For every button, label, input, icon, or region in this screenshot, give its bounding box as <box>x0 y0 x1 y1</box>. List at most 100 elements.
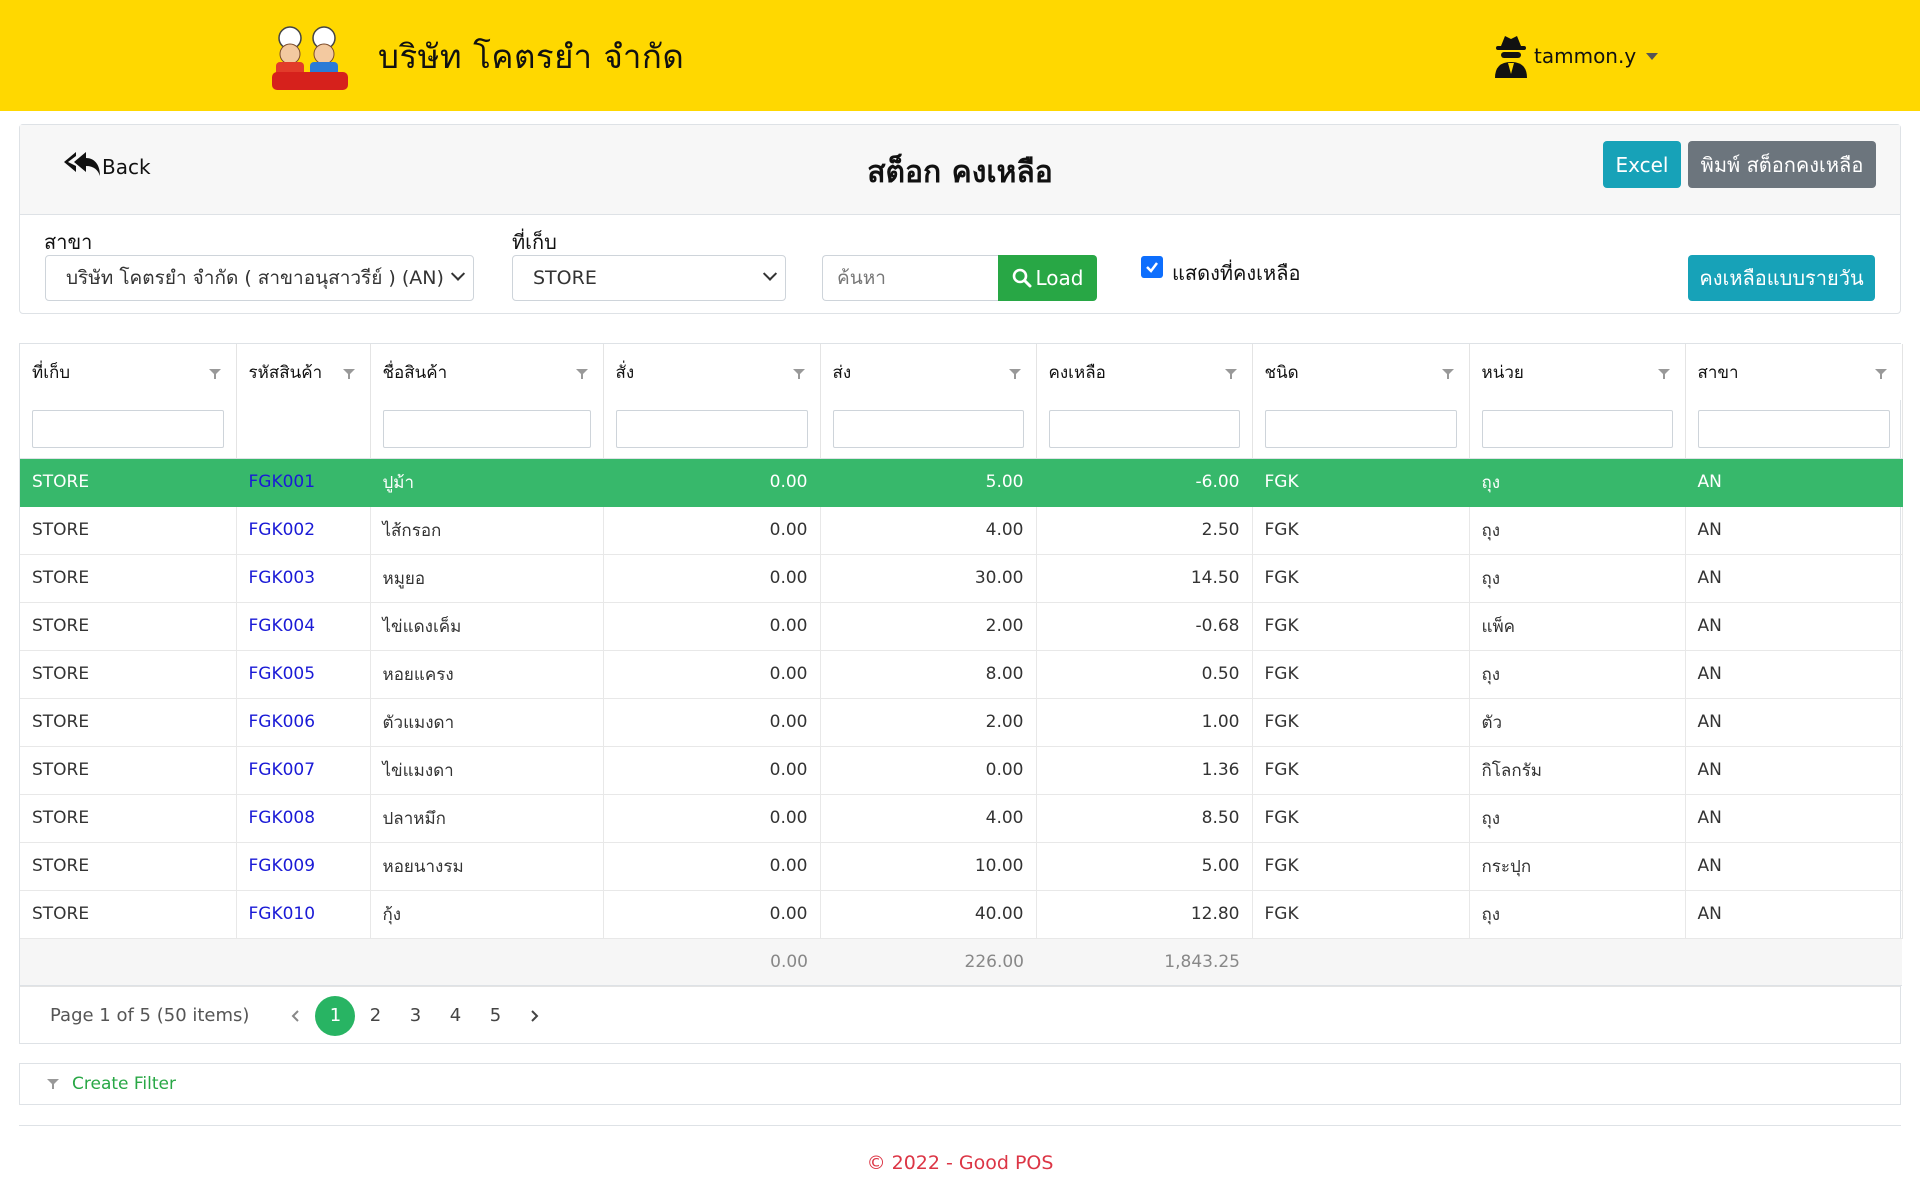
cell-unit: ถุง <box>1469 794 1686 843</box>
column-header-product-code[interactable]: รหัสสินค้า <box>236 344 371 400</box>
column-header-remaining[interactable]: คงเหลือ <box>1036 344 1253 400</box>
search-input[interactable] <box>822 255 998 301</box>
cell-product-code[interactable]: FGK009 <box>236 842 371 891</box>
cell-type: FGK <box>1252 650 1470 699</box>
next-page-button[interactable] <box>515 997 553 1035</box>
cell-unit: ถุง <box>1469 554 1686 603</box>
filter-icon[interactable] <box>1441 367 1455 381</box>
table-row[interactable]: STORE FGK010 กุ้ง 0.00 40.00 12.80 FGK ถุง AN <box>20 890 1903 939</box>
branch-select[interactable]: บริษัท โคตรยำ จำกัด ( สาขาอนุสาวรีย์ ) (… <box>45 255 474 301</box>
filter-icon[interactable] <box>792 367 806 381</box>
cell-branch: AN <box>1685 746 1903 795</box>
cell-product-code[interactable]: FGK006 <box>236 698 371 747</box>
column-header-product-name[interactable]: ชื่อสินค้า <box>370 344 604 400</box>
filter-icon[interactable] <box>1657 367 1671 381</box>
cell-type: FGK <box>1252 458 1470 507</box>
filter-input-type[interactable] <box>1264 409 1457 448</box>
cell-storage: STORE <box>20 794 237 843</box>
column-header-branch[interactable]: สาขา <box>1685 344 1903 400</box>
column-header-label: ส่ง <box>832 362 852 383</box>
cell-delivered: 0.00 <box>820 746 1037 795</box>
table-row[interactable]: STORE FGK001 ปูม้า 0.00 5.00 -6.00 FGK ถุง AN <box>20 458 1903 507</box>
chevron-left-icon <box>292 1009 300 1022</box>
load-button[interactable]: Load <box>998 255 1097 301</box>
table-row[interactable]: STORE FGK005 หอยแครง 0.00 8.00 0.50 FGK ถุง AN <box>20 650 1903 699</box>
cell-branch: AN <box>1685 602 1903 651</box>
cell-product-code[interactable]: FGK007 <box>236 746 371 795</box>
page-button-3[interactable]: 3 <box>395 996 435 1036</box>
check-icon <box>1146 262 1158 273</box>
filter-icon[interactable] <box>1224 367 1238 381</box>
create-filter-button[interactable]: Create Filter <box>19 1063 1901 1105</box>
user-menu[interactable]: tammon.y <box>1493 34 1659 78</box>
company-logo[interactable] <box>264 20 356 92</box>
column-header-delivered[interactable]: ส่ง <box>820 344 1037 400</box>
column-header-order[interactable]: สั่ง <box>603 344 821 400</box>
filter-input-product-name[interactable] <box>382 409 591 448</box>
cell-type: FGK <box>1252 842 1470 891</box>
filter-icon[interactable] <box>342 367 356 381</box>
column-header-storage[interactable]: ที่เก็บ <box>20 344 237 400</box>
table-row[interactable]: STORE FGK006 ตัวแมงดา 0.00 2.00 1.00 FGK ตัว AN <box>20 698 1903 747</box>
table-row[interactable]: STORE FGK002 ไส้กรอก 0.00 4.00 2.50 FGK ถุง AN <box>20 506 1903 555</box>
cell-product-name: ไข่แมงดา <box>370 746 604 795</box>
cell-type: FGK <box>1252 794 1470 843</box>
cell-product-code[interactable]: FGK002 <box>236 506 371 555</box>
filter-icon <box>47 1079 59 1089</box>
filter-cell-order <box>603 400 821 459</box>
cell-delivered: 4.00 <box>820 506 1037 555</box>
stock-grid: ที่เก็บ รหัสสินค้า ชื่อสินค้า สั่ง ส่ง คงเหลื… <box>19 343 1903 1044</box>
store-select[interactable]: STORE <box>512 255 786 301</box>
cell-remaining: -0.68 <box>1036 602 1253 651</box>
column-header-type[interactable]: ชนิด <box>1252 344 1470 400</box>
show-remaining-checkbox[interactable] <box>1141 256 1163 278</box>
cell-product-code[interactable]: FGK005 <box>236 650 371 699</box>
prev-page-button[interactable] <box>277 997 315 1035</box>
cell-product-code[interactable]: FGK004 <box>236 602 371 651</box>
filter-input-order[interactable] <box>615 409 808 448</box>
total-empty-cell <box>1252 938 1469 986</box>
cell-storage: STORE <box>20 506 237 555</box>
total-remaining: 1,843.25 <box>1036 938 1252 986</box>
filter-icon[interactable] <box>208 367 222 381</box>
filter-input-branch[interactable] <box>1697 409 1890 448</box>
cell-product-code[interactable]: FGK008 <box>236 794 371 843</box>
filter-icon[interactable] <box>575 367 589 381</box>
column-header-label: ชนิด <box>1264 362 1299 383</box>
filter-input-remaining[interactable] <box>1048 409 1240 448</box>
filter-input-delivered[interactable] <box>832 409 1024 448</box>
filter-cell-unit <box>1469 400 1686 459</box>
filter-input-unit[interactable] <box>1481 409 1673 448</box>
store-label: ที่เก็บ <box>512 230 557 254</box>
cell-unit: ถุง <box>1469 890 1686 939</box>
card-header: Back สต็อก คงเหลือ Excel พิมพ์ สต็อกคงเห… <box>20 125 1900 215</box>
page-button-2[interactable]: 2 <box>355 996 395 1036</box>
table-row[interactable]: STORE FGK009 หอยนางรม 0.00 10.00 5.00 FGK กระปุ… <box>20 842 1903 891</box>
cell-product-code[interactable]: FGK003 <box>236 554 371 603</box>
top-navbar: บริษัท โคตรยำ จำกัด tammon.y <box>0 0 1920 111</box>
show-remaining-label[interactable]: แสดงที่คงเหลือ <box>1172 257 1300 289</box>
filter-cell-type <box>1252 400 1470 459</box>
column-header-label: หน่วย <box>1481 362 1524 383</box>
table-row[interactable]: STORE FGK003 หมูยอ 0.00 30.00 14.50 FGK ถุง AN <box>20 554 1903 603</box>
page-button-1[interactable]: 1 <box>315 995 356 1036</box>
cell-product-name: ไข่แดงเค็ม <box>370 602 604 651</box>
page-button-5[interactable]: 5 <box>475 996 515 1036</box>
cell-unit: ถุง <box>1469 650 1686 699</box>
filter-icon[interactable] <box>1874 367 1888 381</box>
cell-product-code[interactable]: FGK001 <box>236 458 371 507</box>
table-row[interactable]: STORE FGK004 ไข่แดงเค็ม 0.00 2.00 -0.68 FGK แพ็… <box>20 602 1903 651</box>
table-row[interactable]: STORE FGK007 ไข่แมงดา 0.00 0.00 1.36 FGK กิโลกร… <box>20 746 1903 795</box>
daily-remaining-button[interactable]: คงเหลือแบบรายวัน <box>1688 255 1875 301</box>
cell-type: FGK <box>1252 890 1470 939</box>
excel-export-button[interactable]: Excel <box>1603 141 1681 188</box>
filter-icon[interactable] <box>1008 367 1022 381</box>
cell-type: FGK <box>1252 746 1470 795</box>
filter-input-storage[interactable] <box>32 409 224 448</box>
page-button-4[interactable]: 4 <box>435 996 475 1036</box>
table-row[interactable]: STORE FGK008 ปลาหมึก 0.00 4.00 8.50 FGK ถุง AN <box>20 794 1903 843</box>
cell-unit: แพ็ค <box>1469 602 1686 651</box>
print-stock-button[interactable]: พิมพ์ สต็อกคงเหลือ <box>1688 141 1876 188</box>
cell-product-code[interactable]: FGK010 <box>236 890 371 939</box>
column-header-unit[interactable]: หน่วย <box>1469 344 1686 400</box>
